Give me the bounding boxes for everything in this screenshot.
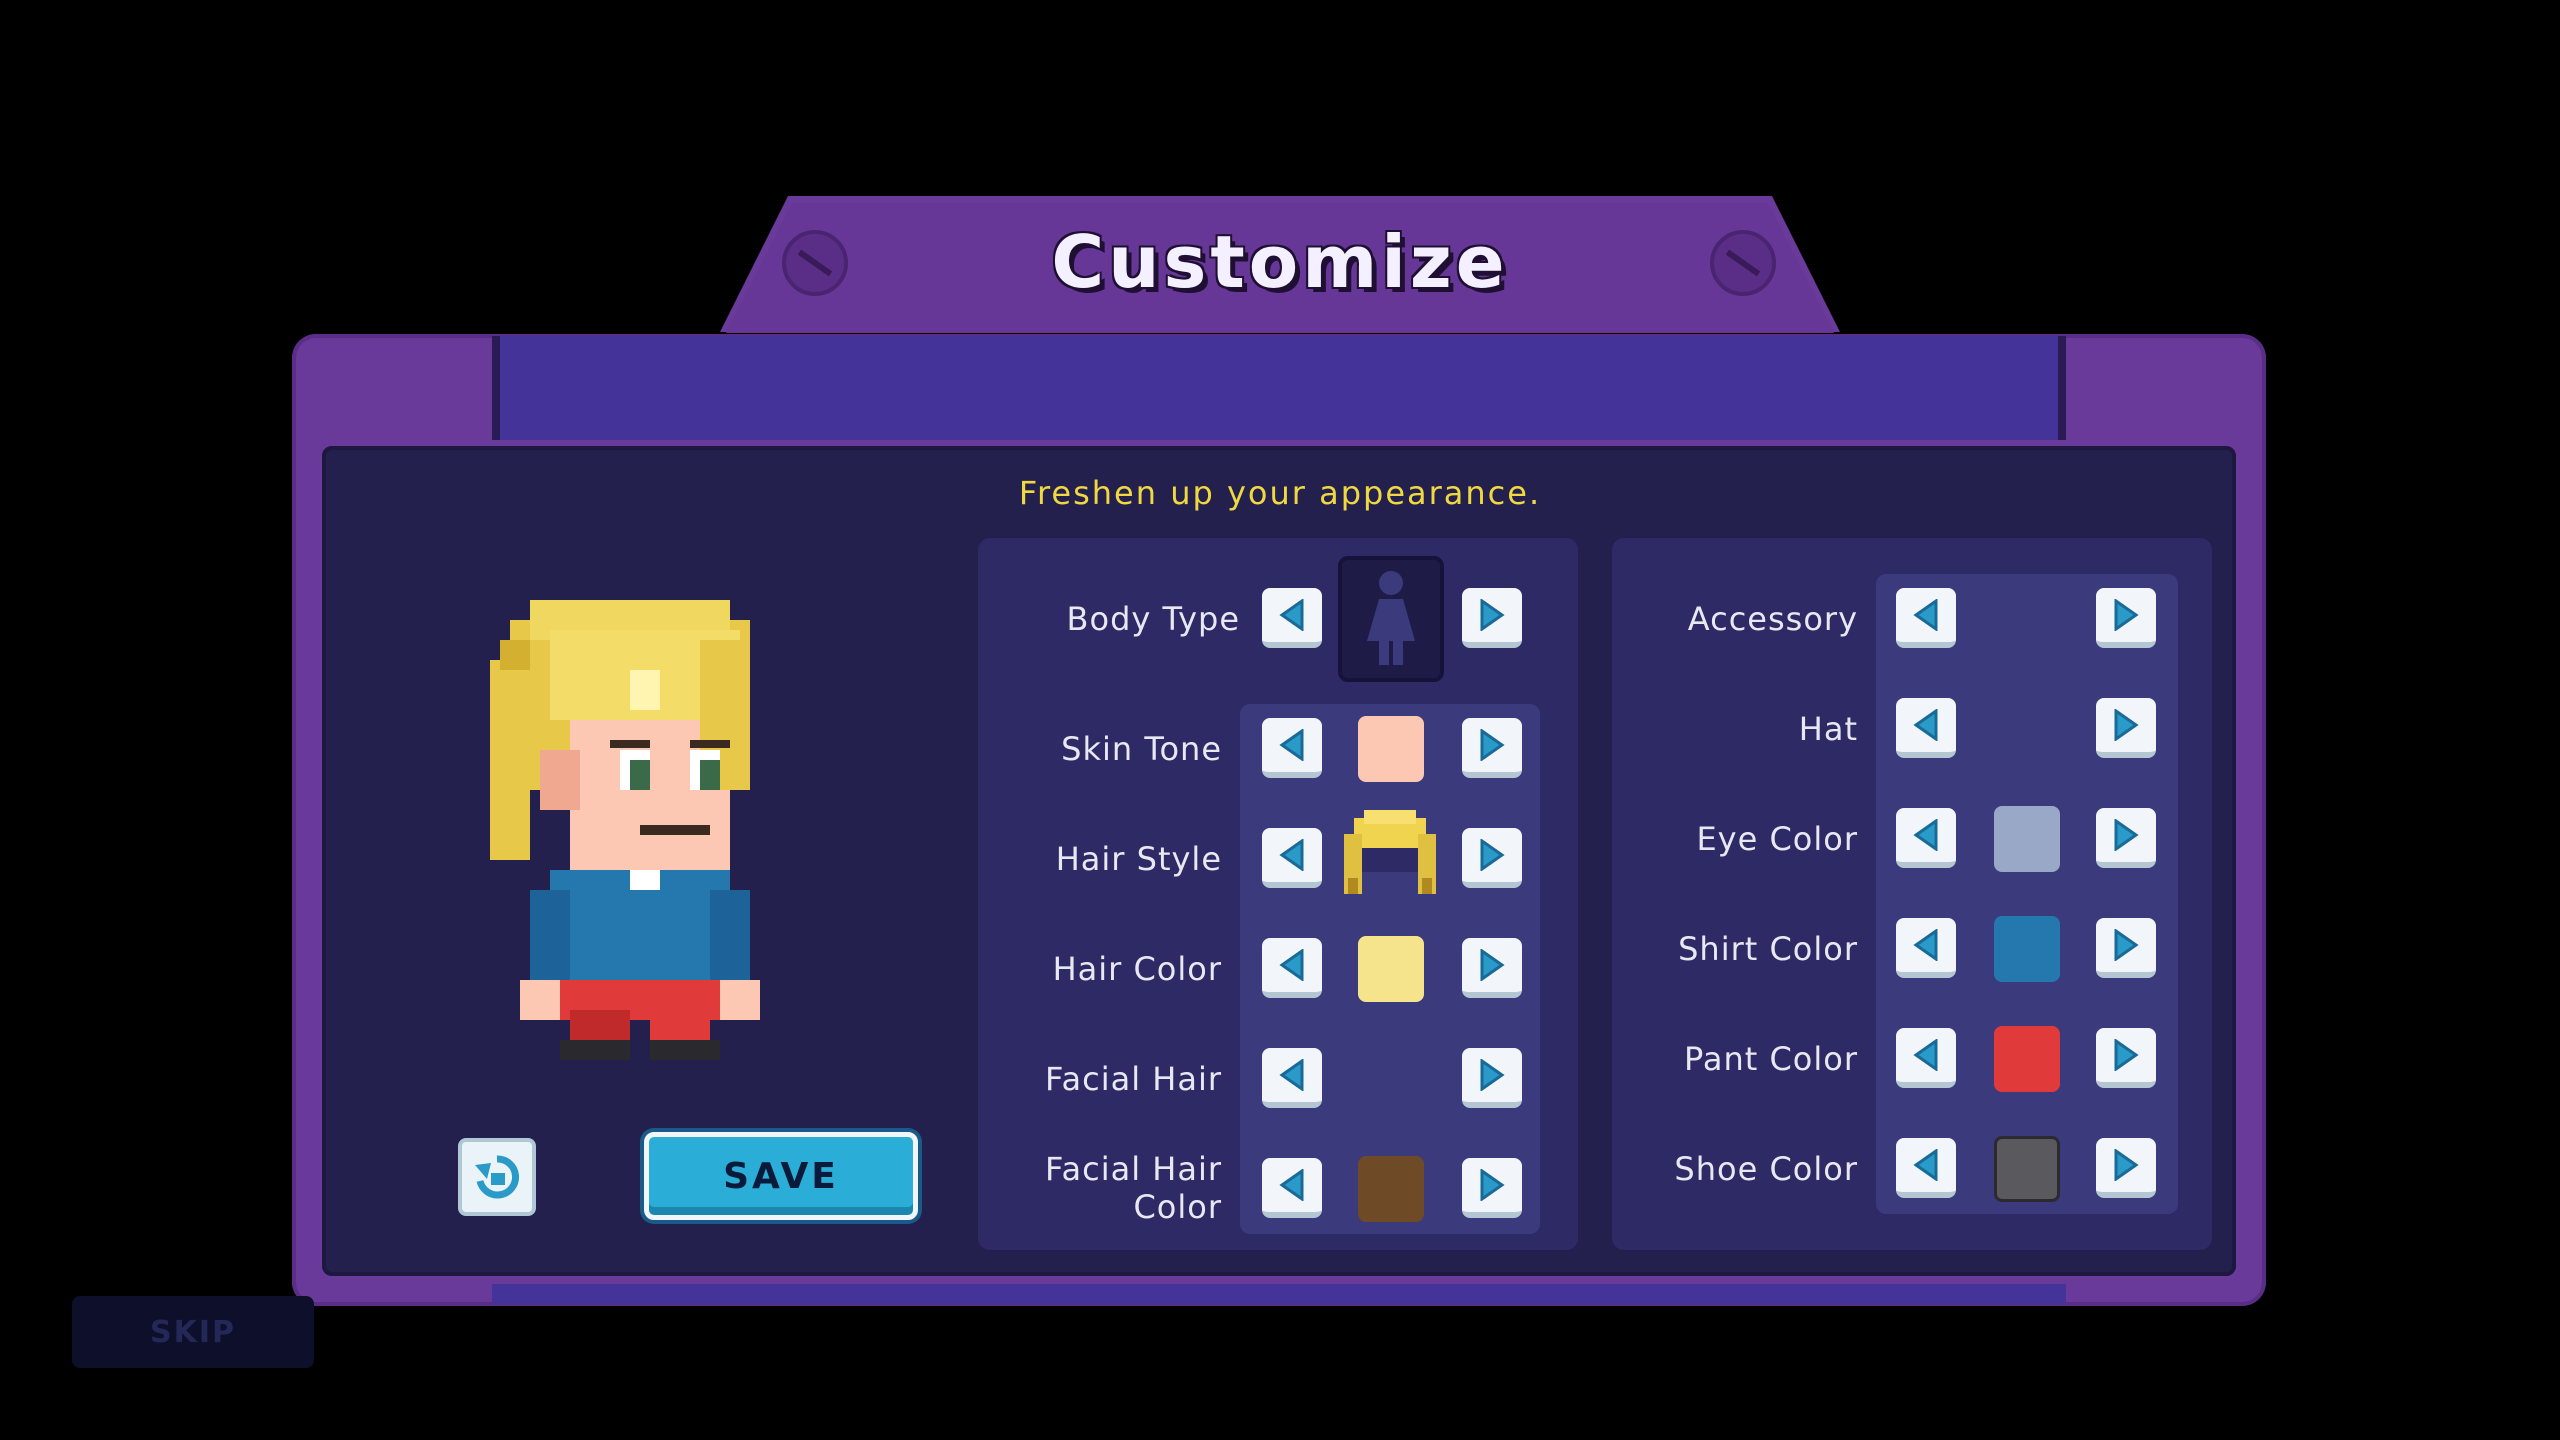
facial-hair-color-label-line2: Color (1133, 1188, 1222, 1226)
arrow-left-icon (1913, 819, 1938, 851)
hat-label: Hat (1798, 710, 1858, 748)
screw-icon (1710, 230, 1776, 296)
shirt-color-next-button[interactable] (2096, 918, 2156, 978)
female-body-icon (1367, 571, 1415, 665)
page-title: Customize (1051, 220, 1509, 304)
pant-color-next-button[interactable] (2096, 1028, 2156, 1088)
arrow-left-icon (1279, 949, 1304, 981)
screw-icon (782, 230, 848, 296)
arrow-left-icon (1279, 1169, 1304, 1201)
skin-tone-next-button[interactable] (1462, 718, 1522, 778)
skin-tone-label: Skin Tone (1061, 730, 1222, 768)
eye-color-label: Eye Color (1696, 820, 1858, 858)
arrow-left-icon (1279, 1059, 1304, 1091)
arrow-right-icon (2114, 929, 2139, 961)
accessory-label: Accessory (1687, 600, 1858, 638)
hair-color-next-button[interactable] (1462, 938, 1522, 998)
arrow-right-icon (1480, 839, 1505, 871)
hair-color-prev-button[interactable] (1262, 938, 1322, 998)
subtitle: Freshen up your appearance. (1018, 474, 1542, 512)
body-type-display (1338, 556, 1444, 682)
arrow-left-icon (1279, 729, 1304, 761)
eye-color-swatch (1994, 806, 2060, 872)
panel-header-bar (492, 336, 2066, 440)
hair-style-prev-button[interactable] (1262, 828, 1322, 888)
selector-strip (1876, 574, 2178, 1214)
body-type-label: Body Type (1066, 600, 1240, 638)
body-type-prev-button[interactable] (1262, 588, 1322, 648)
panel-footer-bar (492, 1284, 2066, 1304)
shoe-color-prev-button[interactable] (1896, 1138, 1956, 1198)
arrow-left-icon (1913, 1149, 1938, 1181)
arrow-right-icon (2114, 709, 2139, 741)
hair-style-next-button[interactable] (1462, 828, 1522, 888)
arrow-left-icon (1913, 709, 1938, 741)
facial-hair-prev-button[interactable] (1262, 1048, 1322, 1108)
character-preview (490, 600, 760, 1060)
save-button[interactable]: SAVE (644, 1132, 918, 1220)
pant-color-prev-button[interactable] (1896, 1028, 1956, 1088)
arrow-right-icon (2114, 1039, 2139, 1071)
eye-color-next-button[interactable] (2096, 808, 2156, 868)
hair-color-swatch (1358, 936, 1424, 1002)
facial-hair-label: Facial Hair (1045, 1060, 1222, 1098)
hair-color-label: Hair Color (1052, 950, 1222, 988)
shirt-color-label: Shirt Color (1678, 930, 1858, 968)
pant-color-swatch (1994, 1026, 2060, 1092)
accessory-next-button[interactable] (2096, 588, 2156, 648)
accessory-prev-button[interactable] (1896, 588, 1956, 648)
arrow-left-icon (1913, 1039, 1938, 1071)
arrow-right-icon (2114, 599, 2139, 631)
shirt-color-swatch (1994, 916, 2060, 982)
arrow-right-icon (2114, 1149, 2139, 1181)
shoe-color-swatch (1994, 1136, 2060, 1202)
shoe-color-label: Shoe Color (1674, 1150, 1858, 1188)
hair-style-icon (1344, 810, 1436, 894)
facial-hair-color-label-line1: Facial Hair (1045, 1150, 1222, 1188)
reset-button[interactable] (458, 1138, 536, 1216)
skin-tone-swatch (1358, 716, 1424, 782)
hat-prev-button[interactable] (1896, 698, 1956, 758)
pant-color-label: Pant Color (1683, 1040, 1858, 1078)
arrow-right-icon (2114, 819, 2139, 851)
shoe-color-next-button[interactable] (2096, 1138, 2156, 1198)
facial-hair-color-swatch (1358, 1156, 1424, 1222)
hair-style-label: Hair Style (1055, 840, 1222, 878)
facial-hair-color-prev-button[interactable] (1262, 1158, 1322, 1218)
arrow-right-icon (1480, 1059, 1505, 1091)
facial-hair-color-next-button[interactable] (1462, 1158, 1522, 1218)
arrow-left-icon (1279, 599, 1304, 631)
arrow-right-icon (1480, 1169, 1505, 1201)
arrow-right-icon (1480, 949, 1505, 981)
skin-tone-prev-button[interactable] (1262, 718, 1322, 778)
eye-color-prev-button[interactable] (1896, 808, 1956, 868)
hat-next-button[interactable] (2096, 698, 2156, 758)
undo-icon (475, 1155, 519, 1199)
facial-hair-next-button[interactable] (1462, 1048, 1522, 1108)
body-type-next-button[interactable] (1462, 588, 1522, 648)
arrow-left-icon (1279, 839, 1304, 871)
skip-button[interactable]: SKIP (72, 1296, 314, 1368)
arrow-left-icon (1913, 599, 1938, 631)
shirt-color-prev-button[interactable] (1896, 918, 1956, 978)
arrow-right-icon (1480, 729, 1505, 761)
arrow-right-icon (1480, 599, 1505, 631)
arrow-left-icon (1913, 929, 1938, 961)
